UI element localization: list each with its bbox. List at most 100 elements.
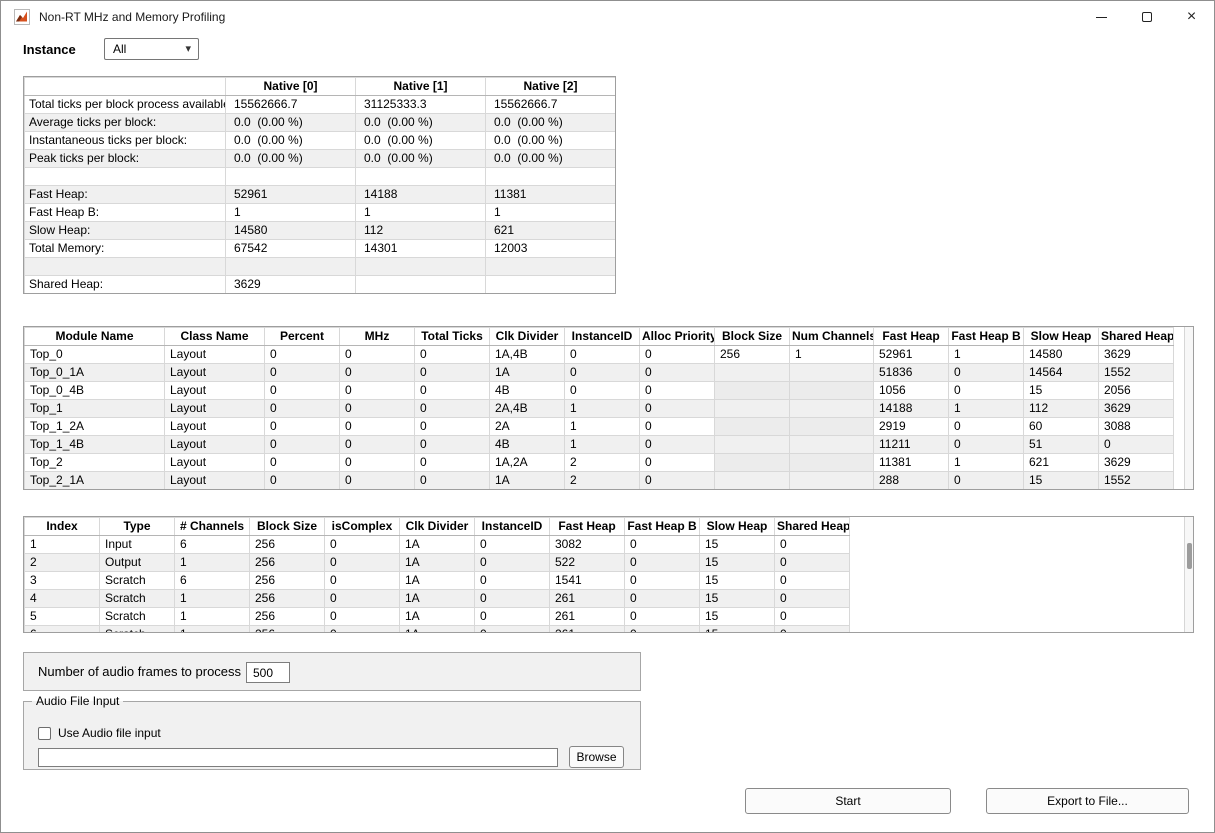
frames-panel: Number of audio frames to process bbox=[23, 652, 641, 691]
table-row[interactable]: Shared Heap:3629 bbox=[25, 276, 616, 294]
table-cell: 1 bbox=[175, 608, 250, 626]
table-cell: 1A bbox=[400, 590, 475, 608]
table-row[interactable] bbox=[25, 168, 616, 186]
table-cell: 15 bbox=[700, 572, 775, 590]
instance-dropdown[interactable]: All ▾ bbox=[104, 38, 199, 60]
table-row[interactable]: Top_0_1ALayout0001A00518360145641552 bbox=[25, 364, 1174, 382]
column-header: Shared Heap bbox=[775, 518, 850, 536]
table-row[interactable]: 5Scratch125601A02610150 bbox=[25, 608, 850, 626]
table-row[interactable]: 2Output125601A05220150 bbox=[25, 554, 850, 572]
table-cell: 0 bbox=[949, 436, 1024, 454]
checkbox-icon[interactable] bbox=[38, 727, 51, 740]
table-cell: 621 bbox=[1024, 454, 1099, 472]
table-cell: 1 bbox=[356, 204, 486, 222]
table-row[interactable]: Peak ticks per block:0.0 (0.00 %)0.0 (0.… bbox=[25, 150, 616, 168]
table-row[interactable]: 3Scratch625601A015410150 bbox=[25, 572, 850, 590]
module-table-frame: Module NameClass NamePercentMHzTotal Tic… bbox=[23, 326, 1194, 490]
buffer-table-scrollbar[interactable] bbox=[1184, 517, 1193, 632]
table-cell: 1 bbox=[565, 418, 640, 436]
table-row[interactable]: Slow Heap:14580112621 bbox=[25, 222, 616, 240]
table-row[interactable]: Top_0_4BLayout0004B0010560152056 bbox=[25, 382, 1174, 400]
column-header: Native [0] bbox=[226, 78, 356, 96]
table-row[interactable]: Top_2Layout0001A,2A201138116213629 bbox=[25, 454, 1174, 472]
export-button[interactable]: Export to File... bbox=[986, 788, 1189, 814]
table-cell: 0 bbox=[325, 572, 400, 590]
use-audio-checkbox[interactable]: Use Audio file input bbox=[38, 726, 161, 740]
table-cell: 0 bbox=[265, 382, 340, 400]
table-cell: 6 bbox=[175, 572, 250, 590]
summary-table-frame: Native [0]Native [1]Native [2] Total tic… bbox=[23, 76, 616, 294]
column-header: Clk Divider bbox=[490, 328, 565, 346]
table-cell: 0 bbox=[415, 454, 490, 472]
table-cell: 4B bbox=[490, 436, 565, 454]
maximize-button[interactable] bbox=[1124, 1, 1169, 33]
module-table-scrollbar[interactable] bbox=[1184, 327, 1193, 489]
header-row: Native [0]Native [1]Native [2] bbox=[25, 78, 616, 96]
table-cell: 0 bbox=[775, 590, 850, 608]
table-row[interactable]: Total ticks per block process available:… bbox=[25, 96, 616, 114]
chevron-down-icon: ▾ bbox=[185, 42, 191, 55]
table-cell: 3 bbox=[25, 572, 100, 590]
table-cell: 0 bbox=[265, 364, 340, 382]
table-cell: 0 bbox=[565, 364, 640, 382]
minimize-button[interactable] bbox=[1079, 1, 1124, 33]
table-row[interactable] bbox=[25, 258, 616, 276]
table-cell: 3629 bbox=[226, 276, 356, 294]
table-cell: 3629 bbox=[1099, 346, 1174, 364]
row-label: Shared Heap: bbox=[25, 276, 226, 294]
close-button[interactable]: × bbox=[1169, 1, 1214, 33]
start-button[interactable]: Start bbox=[745, 788, 951, 814]
browse-button[interactable]: Browse bbox=[569, 746, 624, 768]
table-cell: Layout bbox=[165, 436, 265, 454]
row-label: Total ticks per block process available: bbox=[25, 96, 226, 114]
table-cell: Layout bbox=[165, 454, 265, 472]
table-cell: 0 bbox=[325, 608, 400, 626]
scrollbar-thumb[interactable] bbox=[1187, 543, 1192, 569]
column-header bbox=[25, 78, 226, 96]
table-cell: 1 bbox=[949, 400, 1024, 418]
table-row[interactable]: Fast Heap B:111 bbox=[25, 204, 616, 222]
column-header: InstanceID bbox=[475, 518, 550, 536]
table-cell: 15 bbox=[700, 536, 775, 554]
table-cell: 0 bbox=[640, 418, 715, 436]
table-cell: 1 bbox=[175, 626, 250, 634]
table-cell bbox=[715, 418, 790, 436]
table-cell: 112 bbox=[1024, 400, 1099, 418]
table-row[interactable]: 6Scratch125601A02610150 bbox=[25, 626, 850, 634]
table-cell bbox=[486, 276, 616, 294]
table-row[interactable]: 4Scratch125601A02610150 bbox=[25, 590, 850, 608]
audio-path-input[interactable] bbox=[38, 748, 558, 767]
table-row[interactable]: Top_1_4BLayout0004B10112110510 bbox=[25, 436, 1174, 454]
table-cell: 1A bbox=[400, 536, 475, 554]
table-cell: 1A bbox=[400, 608, 475, 626]
table-row[interactable]: Total Memory:675421430112003 bbox=[25, 240, 616, 258]
table-row[interactable]: Top_2_1ALayout0001A202880151552 bbox=[25, 472, 1174, 490]
table-row[interactable]: Fast Heap:529611418811381 bbox=[25, 186, 616, 204]
frames-label: Number of audio frames to process bbox=[38, 653, 241, 691]
table-row[interactable]: Average ticks per block:0.0 (0.00 %)0.0 … bbox=[25, 114, 616, 132]
table-cell: 15 bbox=[700, 608, 775, 626]
table-cell: Input bbox=[100, 536, 175, 554]
table-cell bbox=[790, 436, 874, 454]
table-row[interactable]: Top_1_2ALayout0002A1029190603088 bbox=[25, 418, 1174, 436]
table-row[interactable]: Instantaneous ticks per block:0.0 (0.00 … bbox=[25, 132, 616, 150]
table-cell: 3629 bbox=[1099, 454, 1174, 472]
table-row[interactable]: 1Input625601A030820150 bbox=[25, 536, 850, 554]
table-cell: Scratch bbox=[100, 608, 175, 626]
table-cell: 0.0 (0.00 %) bbox=[486, 114, 616, 132]
column-header: Clk Divider bbox=[400, 518, 475, 536]
table-cell: 0 bbox=[640, 454, 715, 472]
column-header: Alloc Priority bbox=[640, 328, 715, 346]
table-cell: 1A bbox=[400, 572, 475, 590]
table-cell: 0 bbox=[949, 382, 1024, 400]
table-cell: 1A,4B bbox=[490, 346, 565, 364]
table-row[interactable]: Top_0Layout0001A,4B002561529611145803629 bbox=[25, 346, 1174, 364]
header-row: Module NameClass NamePercentMHzTotal Tic… bbox=[25, 328, 1174, 346]
table-row[interactable]: Top_1Layout0002A,4B101418811123629 bbox=[25, 400, 1174, 418]
column-header: Native [1] bbox=[356, 78, 486, 96]
frames-input[interactable] bbox=[246, 662, 290, 683]
table-cell: Layout bbox=[165, 346, 265, 364]
table-cell bbox=[790, 382, 874, 400]
instance-label: Instance bbox=[23, 42, 76, 57]
table-cell: 51 bbox=[1024, 436, 1099, 454]
